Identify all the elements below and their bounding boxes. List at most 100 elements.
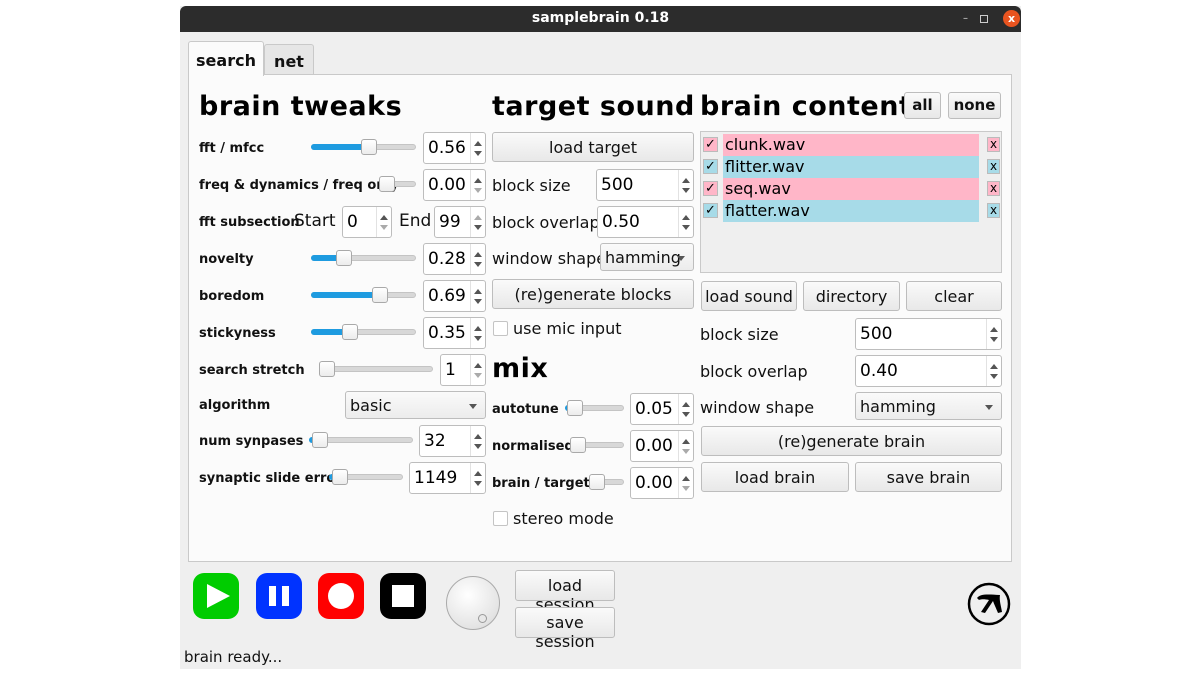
increment-arrow-icon[interactable] [682,439,690,444]
regenerate-blocks-button[interactable]: (re)generate blocks [492,279,694,309]
synaptic-slide-error-slider[interactable] [329,467,403,487]
minimize-button[interactable]: – [963,12,968,26]
use-mic-input-label[interactable]: use mic input [513,319,621,338]
load-target-button[interactable]: load target [492,132,694,162]
tab-search[interactable]: search [188,41,264,76]
decrement-arrow-icon[interactable] [474,188,482,193]
increment-arrow-icon[interactable] [474,434,482,439]
increment-arrow-icon[interactable] [990,327,998,332]
increment-arrow-icon[interactable] [474,363,482,368]
sample-enabled-checkbox[interactable]: ✓ [703,159,718,174]
decrement-arrow-icon[interactable] [990,374,998,379]
search-stretch-spinbox[interactable]: 1 [440,354,486,386]
save-session-button[interactable]: save session [515,607,615,651]
decrement-arrow-icon[interactable] [474,444,482,449]
brain-window-shape-dropdown[interactable]: hamming [855,392,1002,420]
target-window-shape-dropdown[interactable]: hamming [600,243,694,271]
stereo-mode-checkbox[interactable] [493,511,508,526]
select-none-button[interactable]: none [948,92,1001,119]
increment-arrow-icon[interactable] [990,364,998,369]
select-all-button[interactable]: all [904,92,941,119]
freq-dynamics-slider[interactable] [379,174,416,194]
decrement-arrow-icon[interactable] [990,337,998,342]
directory-button[interactable]: directory [803,281,900,311]
play-button[interactable] [193,573,239,619]
decrement-arrow-icon[interactable] [682,188,690,193]
remove-sample-button[interactable]: x [987,181,1000,196]
decrement-arrow-icon[interactable] [474,262,482,267]
use-mic-input-checkbox[interactable] [493,321,508,336]
target-block-overlap-spinbox[interactable]: 0.50 [597,206,694,238]
boredom-spinbox[interactable]: 0.69 [423,280,486,312]
save-brain-button[interactable]: save brain [855,462,1002,492]
decrement-arrow-icon[interactable] [474,151,482,156]
fft-mfcc-spinbox[interactable]: 0.56 [423,132,486,164]
brain-sample-list[interactable]: ✓ clunk.wav x ✓ flitter.wav x ✓ seq.wav … [700,131,1002,273]
decrement-arrow-icon[interactable] [474,373,482,378]
algorithm-dropdown[interactable]: basic [345,391,486,419]
load-brain-button[interactable]: load brain [701,462,849,492]
remove-sample-button[interactable]: x [987,159,1000,174]
fft-mfcc-slider[interactable] [311,137,416,157]
autotune-spinbox[interactable]: 0.05 [630,393,694,425]
novelty-spinbox[interactable]: 0.28 [423,243,486,275]
num-synapses-spinbox[interactable]: 32 [419,425,486,457]
num-synapses-slider[interactable] [309,430,413,450]
increment-arrow-icon[interactable] [682,215,690,220]
autotune-slider[interactable] [565,398,624,418]
freq-dynamics-spinbox[interactable]: 0.00 [423,169,486,201]
regenerate-brain-button[interactable]: (re)generate brain [701,426,1002,456]
stereo-mode-label[interactable]: stereo mode [513,509,614,528]
increment-arrow-icon[interactable] [474,326,482,331]
increment-arrow-icon[interactable] [682,402,690,407]
sample-name[interactable]: flatter.wav [723,200,979,222]
decrement-arrow-icon[interactable] [474,299,482,304]
search-stretch-slider[interactable] [319,359,433,379]
decrement-arrow-icon[interactable] [682,225,690,230]
remove-sample-button[interactable]: x [987,203,1000,218]
sample-enabled-checkbox[interactable]: ✓ [703,203,718,218]
normalised-spinbox[interactable]: 0.00 [630,430,694,462]
decrement-arrow-icon[interactable] [380,225,388,230]
brain-block-size-spinbox[interactable]: 500 [855,318,1002,350]
tab-net[interactable]: net [264,44,314,75]
increment-arrow-icon[interactable] [380,215,388,220]
pause-button[interactable] [256,573,302,619]
increment-arrow-icon[interactable] [682,476,690,481]
brain-target-spinbox[interactable]: 0.00 [630,467,694,499]
load-sound-button[interactable]: load sound [701,281,797,311]
record-button[interactable] [318,573,364,619]
novelty-slider[interactable] [311,248,416,268]
boredom-slider[interactable] [311,285,416,305]
brain-block-overlap-spinbox[interactable]: 0.40 [855,355,1002,387]
brain-target-slider[interactable] [589,472,624,492]
synaptic-slide-error-spinbox[interactable]: 1149 [409,462,486,494]
load-session-button[interactable]: load session [515,570,615,614]
clear-button[interactable]: clear [906,281,1002,311]
increment-arrow-icon[interactable] [474,471,482,476]
sample-enabled-checkbox[interactable]: ✓ [703,181,718,196]
remove-sample-button[interactable]: x [987,137,1000,152]
increment-arrow-icon[interactable] [474,289,482,294]
increment-arrow-icon[interactable] [474,215,482,220]
increment-arrow-icon[interactable] [474,252,482,257]
normalised-slider[interactable] [570,435,624,455]
stop-button[interactable] [380,573,426,619]
sample-name[interactable]: flitter.wav [723,156,979,178]
sample-name[interactable]: clunk.wav [723,134,979,156]
decrement-arrow-icon[interactable] [474,225,482,230]
decrement-arrow-icon[interactable] [474,481,482,486]
stickyness-spinbox[interactable]: 0.35 [423,317,486,349]
increment-arrow-icon[interactable] [682,178,690,183]
decrement-arrow-icon[interactable] [682,412,690,417]
fft-start-spinbox[interactable]: 0 [342,206,392,238]
close-button[interactable]: x [1003,10,1020,27]
sample-name[interactable]: seq.wav [723,178,979,200]
stickyness-slider[interactable] [311,322,416,342]
sample-enabled-checkbox[interactable]: ✓ [703,137,718,152]
decrement-arrow-icon[interactable] [474,336,482,341]
fft-end-spinbox[interactable]: 99 [434,206,486,238]
decrement-arrow-icon[interactable] [682,449,690,454]
volume-knob[interactable] [446,576,500,630]
target-block-size-spinbox[interactable]: 500 [596,169,694,201]
